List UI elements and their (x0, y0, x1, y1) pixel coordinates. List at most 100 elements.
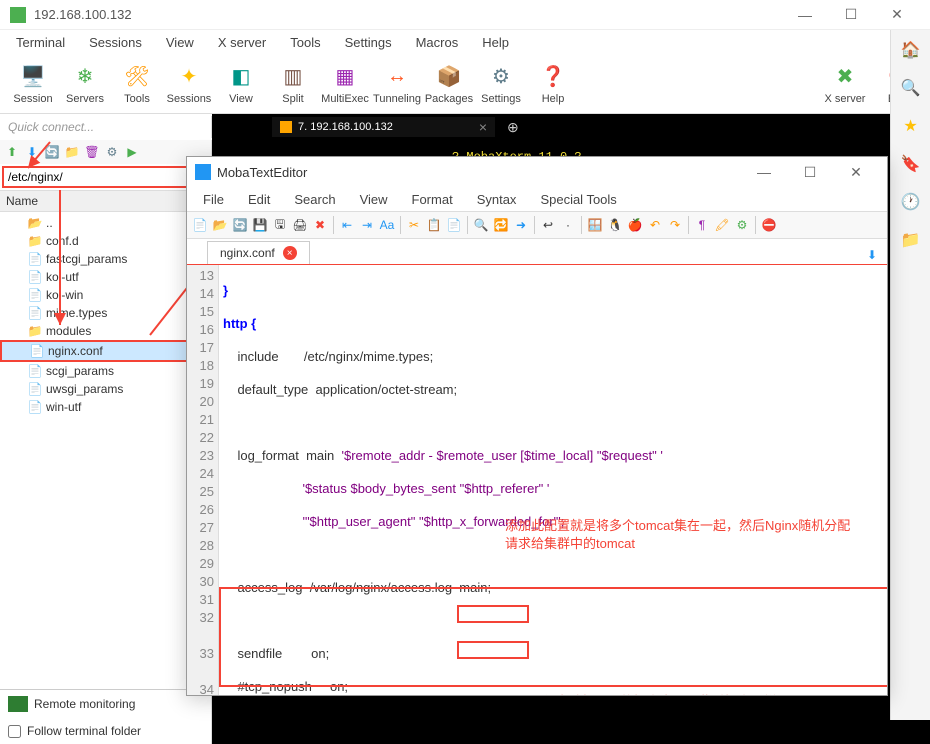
session-tab-close-icon[interactable]: × (479, 119, 487, 135)
find-icon[interactable]: 🔍 (472, 216, 490, 234)
close-file-icon[interactable]: ✖ (311, 216, 329, 234)
open-icon[interactable]: 📂 (211, 216, 229, 234)
follow-checkbox-input[interactable] (8, 725, 21, 738)
delete-icon[interactable]: 🗑 (84, 144, 100, 160)
tree-item-uwsgi[interactable]: 📄uwsgi_params (0, 380, 211, 398)
editor-menu-view[interactable]: View (348, 190, 400, 209)
star-icon[interactable]: ★ (903, 116, 917, 136)
properties-icon[interactable]: ⚙ (104, 144, 120, 160)
toolbar-tools-button[interactable]: 🛠Tools (112, 61, 162, 107)
editor-menu-specialtools[interactable]: Special Tools (528, 190, 628, 209)
editor-menu-search[interactable]: Search (282, 190, 347, 209)
highlighter-icon[interactable]: 🖍 (713, 216, 731, 234)
upload-icon[interactable]: ⬆ (4, 144, 20, 160)
menu-view[interactable]: View (154, 33, 206, 52)
tree-item-mimetypes[interactable]: 📄mime.types (0, 304, 211, 322)
save-icon[interactable]: 💾 (251, 216, 269, 234)
linux-icon[interactable]: 🐧 (606, 216, 624, 234)
print-icon[interactable]: 🖨 (291, 216, 309, 234)
quick-connect-input[interactable]: Quick connect... (0, 116, 212, 138)
undo-icon[interactable]: ↶ (646, 216, 664, 234)
outdent-icon[interactable]: ⇤ (338, 216, 356, 234)
mac-icon[interactable]: 🍎 (626, 216, 644, 234)
editor-maximize-button[interactable]: ☐ (787, 157, 833, 187)
cut-icon[interactable]: ✂ (405, 216, 423, 234)
download-icon[interactable]: ⬇ (24, 144, 40, 160)
toolbar-session-button[interactable]: 🖥️Session (8, 61, 58, 107)
clock-icon[interactable]: 🕐 (901, 192, 921, 212)
scroll-down-icon[interactable]: ⬇ (863, 246, 881, 264)
minimize-button[interactable]: — (782, 0, 828, 30)
goto-icon[interactable]: ➜ (512, 216, 530, 234)
tree-item-scgi[interactable]: 📄scgi_params (0, 362, 211, 380)
tree-item-confd[interactable]: 📁conf.d (0, 232, 211, 250)
file-icon: 📄 (28, 288, 42, 302)
menu-macros[interactable]: Macros (404, 33, 471, 52)
toolbar-multiexec-button[interactable]: ▦MultiExec (320, 61, 370, 107)
saveall-icon[interactable]: 🖫 (271, 216, 289, 234)
search-icon[interactable]: 🔍 (901, 78, 921, 98)
editor-menu-edit[interactable]: Edit (236, 190, 282, 209)
redo-icon[interactable]: ↷ (666, 216, 684, 234)
tree-item-winutf[interactable]: 📄win-utf (0, 398, 211, 416)
editor-menu-format[interactable]: Format (400, 190, 465, 209)
indent-icon[interactable]: ⇥ (358, 216, 376, 234)
toolbar-help-button[interactable]: ❓Help (528, 61, 578, 107)
editor-tab-close-icon[interactable]: × (283, 246, 297, 260)
windows-icon[interactable]: 🪟 (586, 216, 604, 234)
editor-tab-nginxconf[interactable]: nginx.conf × (207, 241, 310, 264)
tree-item-nginxconf[interactable]: 📄nginx.conf (0, 340, 211, 362)
menu-terminal[interactable]: Terminal (4, 33, 77, 52)
tree-item-up[interactable]: 📂.. (0, 214, 211, 232)
toolbar-tunneling-button[interactable]: ↔Tunneling (372, 61, 422, 107)
gear-icon[interactable]: ⚙ (733, 216, 751, 234)
editor-body[interactable]: 1314151617181920212223242526272829303132… (187, 265, 887, 695)
paste-icon[interactable]: 📄 (445, 216, 463, 234)
toolbar-view-button[interactable]: ◧View (216, 61, 266, 107)
tree-item-koiutf[interactable]: 📄koi-utf (0, 268, 211, 286)
toolbar-sessions-button[interactable]: ✦Sessions (164, 61, 214, 107)
folder-icon[interactable]: 📁 (901, 230, 921, 250)
replace-icon[interactable]: 🔁 (492, 216, 510, 234)
maximize-button[interactable]: ☐ (828, 0, 874, 30)
file-browser-sidebar: ⬆ ⬇ 🔄 📁 🗑 ⚙ ▶ Name 📂.. 📁conf.d 📄fastcgi_… (0, 140, 212, 744)
editor-minimize-button[interactable]: — (741, 157, 787, 187)
follow-terminal-checkbox[interactable]: Follow terminal folder (0, 718, 211, 744)
togglecase-icon[interactable]: Aa (378, 216, 396, 234)
home-icon[interactable]: 🏠 (901, 40, 921, 60)
new-folder-icon[interactable]: 📁 (64, 144, 80, 160)
remote-monitoring-toggle[interactable]: Remote monitoring (0, 689, 211, 718)
menu-tools[interactable]: Tools (278, 33, 332, 52)
editor-menu-file[interactable]: File (191, 190, 236, 209)
menu-settings[interactable]: Settings (333, 33, 404, 52)
tree-header-name[interactable]: Name (0, 190, 211, 212)
close-button[interactable]: ✕ (874, 0, 920, 30)
editor-close-button[interactable]: ✕ (833, 157, 879, 187)
menu-sessions[interactable]: Sessions (77, 33, 154, 52)
toolbar-split-button[interactable]: ▥Split (268, 61, 318, 107)
session-tab[interactable]: 7. 192.168.100.132 × (272, 117, 495, 137)
session-tab-add-icon[interactable]: ⊕ (507, 119, 519, 136)
menu-help[interactable]: Help (470, 33, 521, 52)
toolbar-settings-button[interactable]: ⚙Settings (476, 61, 526, 107)
tree-item-modules[interactable]: 📁modules (0, 322, 211, 340)
wordwrap-icon[interactable]: ↩ (539, 216, 557, 234)
exit-editor-icon[interactable]: ⛔ (760, 216, 778, 234)
terminal-icon[interactable]: ▶ (124, 144, 140, 160)
toolbar-xserver-button[interactable]: ✖X server (820, 61, 870, 107)
path-input[interactable] (2, 166, 205, 188)
toolbar-servers-button[interactable]: ❄Servers (60, 61, 110, 107)
tree-item-koiwin[interactable]: 📄koi-win (0, 286, 211, 304)
toolbar-packages-button[interactable]: 📦Packages (424, 61, 474, 107)
code-area[interactable]: } http { include /etc/nginx/mime.types; … (219, 265, 887, 695)
new-icon[interactable]: 📄 (191, 216, 209, 234)
whitespace-icon[interactable]: · (559, 216, 577, 234)
pilcrow-icon[interactable]: ¶ (693, 216, 711, 234)
bookmark-icon[interactable]: 🔖 (901, 154, 921, 174)
editor-menu-syntax[interactable]: Syntax (465, 190, 529, 209)
refresh-icon[interactable]: 🔄 (44, 144, 60, 160)
tree-item-fastcgi[interactable]: 📄fastcgi_params (0, 250, 211, 268)
menu-xserver[interactable]: X server (206, 33, 278, 52)
reload-icon[interactable]: 🔄 (231, 216, 249, 234)
copy-icon[interactable]: 📋 (425, 216, 443, 234)
